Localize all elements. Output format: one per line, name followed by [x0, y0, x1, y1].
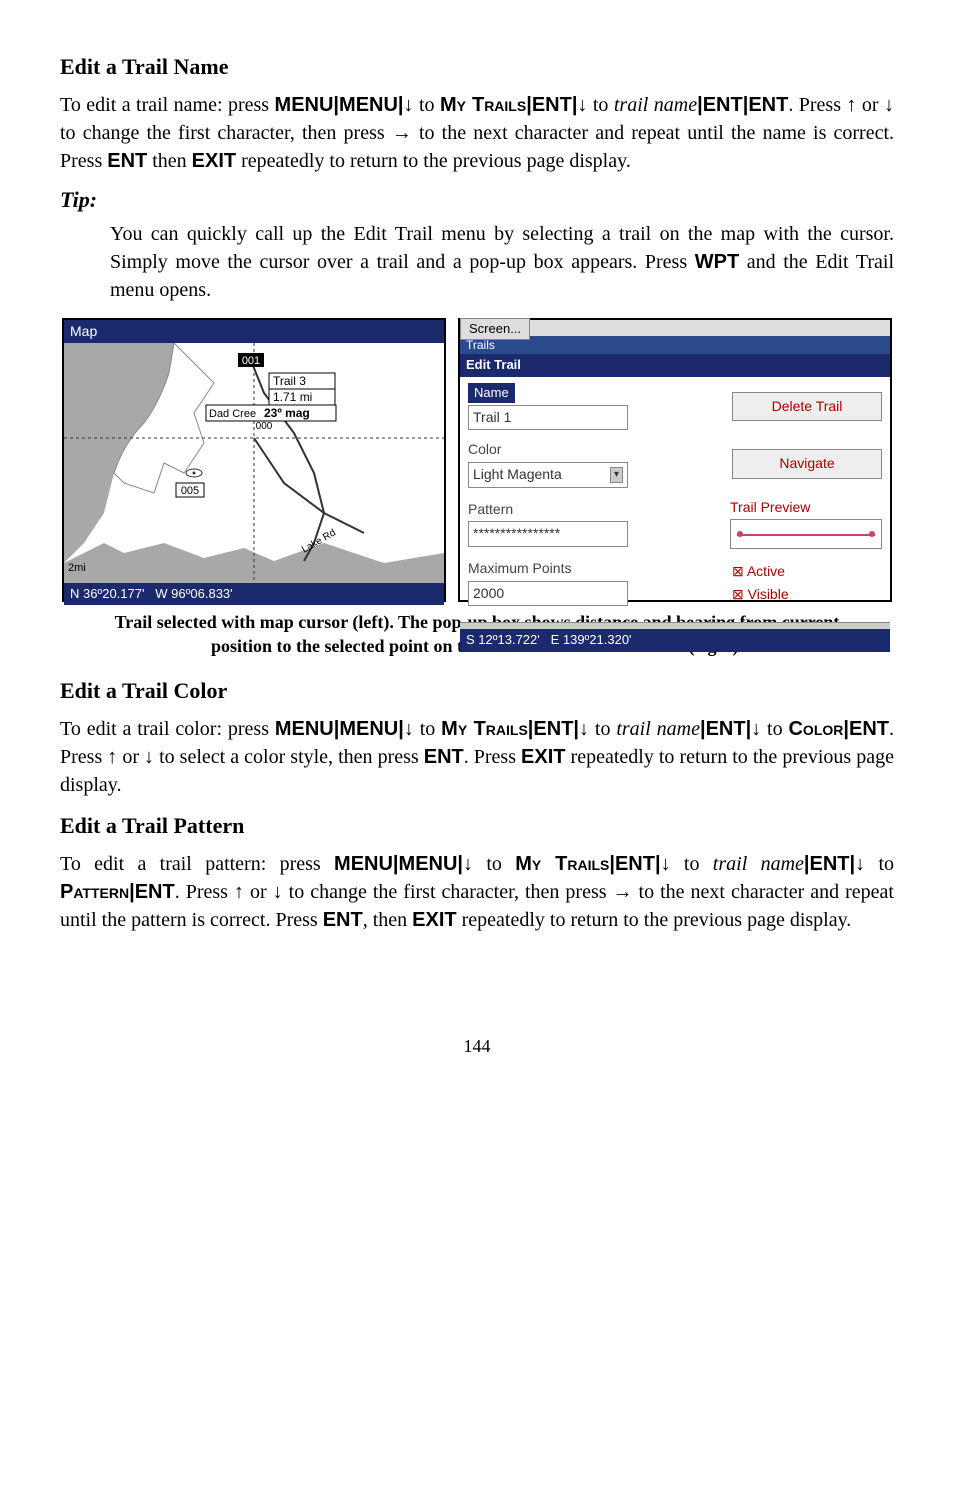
- navigate-button[interactable]: Navigate: [732, 449, 882, 479]
- svg-text:Trail 3: Trail 3: [273, 374, 306, 388]
- waypoint-005-icon: 005: [176, 483, 204, 497]
- svg-text:2mi: 2mi: [68, 562, 86, 574]
- tip-heading: Tip:: [60, 185, 894, 216]
- edit-trail-form: Name Trail 1 Delete Trail Color Light Ma…: [460, 377, 890, 623]
- waypoint-001-icon: 001: [238, 353, 264, 367]
- map-svg: 001 Trail 3 1.71 mi Dad Cree 23º mag 000: [64, 343, 444, 583]
- form-statusbar: S 12º13.722' E 139º21.320': [460, 629, 890, 651]
- svg-text:1.71 mi: 1.71 mi: [273, 390, 312, 404]
- para-edit-pattern: To edit a trail pattern: press MENU|MENU…: [60, 850, 894, 934]
- tip-body: You can quickly call up the Edit Trail m…: [110, 220, 894, 304]
- map-titlebar: Map: [64, 320, 444, 344]
- figure-row: Map 001 Tra: [60, 318, 894, 602]
- chevron-down-icon: ▾: [610, 467, 623, 483]
- visible-checkbox[interactable]: ⊠ Visible: [732, 583, 882, 605]
- figure-edit-trail: Screen... Trails Edit Trail Name Trail 1…: [458, 318, 892, 602]
- map-body: 001 Trail 3 1.71 mi Dad Cree 23º mag 000: [64, 343, 444, 583]
- max-points-field[interactable]: 2000: [468, 581, 628, 607]
- max-points-label: Maximum Points: [468, 559, 718, 579]
- delete-trail-button[interactable]: Delete Trail: [732, 392, 882, 422]
- svg-text:Dad Cree: Dad Cree: [209, 408, 256, 420]
- svg-text:23º mag: 23º mag: [264, 406, 310, 420]
- name-label: Name: [468, 383, 515, 403]
- pattern-label: Pattern: [468, 500, 716, 520]
- heading-edit-trail-color: Edit a Trail Color: [60, 676, 894, 707]
- svg-text:000: 000: [256, 421, 273, 432]
- pattern-field[interactable]: ****************: [468, 521, 628, 547]
- trail-preview-label: Trail Preview: [730, 498, 882, 518]
- svg-text:001: 001: [242, 355, 260, 367]
- para-edit-name: To edit a trail name: press MENU|MENU|↓ …: [60, 91, 894, 175]
- color-label: Color: [468, 440, 718, 460]
- heading-edit-trail-name: Edit a Trail Name: [60, 52, 894, 83]
- screen-button[interactable]: Screen...: [460, 318, 530, 340]
- color-select[interactable]: Light Magenta ▾: [468, 462, 628, 488]
- figure-map: Map 001 Tra: [62, 318, 446, 602]
- trail-popup: Trail 3 1.71 mi Dad Cree 23º mag 000: [206, 373, 336, 432]
- page-number: 144: [60, 1034, 894, 1059]
- para-edit-color: To edit a trail color: press MENU|MENU|↓…: [60, 715, 894, 799]
- trail-preview-box: [730, 519, 882, 549]
- edit-trail-titlebar: Edit Trail: [460, 354, 890, 376]
- name-field[interactable]: Trail 1: [468, 405, 628, 431]
- heading-edit-trail-pattern: Edit a Trail Pattern: [60, 811, 894, 842]
- svg-text:005: 005: [181, 485, 199, 497]
- map-statusbar: N 36º20.177' W 96º06.833': [64, 583, 444, 605]
- active-checkbox[interactable]: ⊠ Active: [732, 560, 882, 582]
